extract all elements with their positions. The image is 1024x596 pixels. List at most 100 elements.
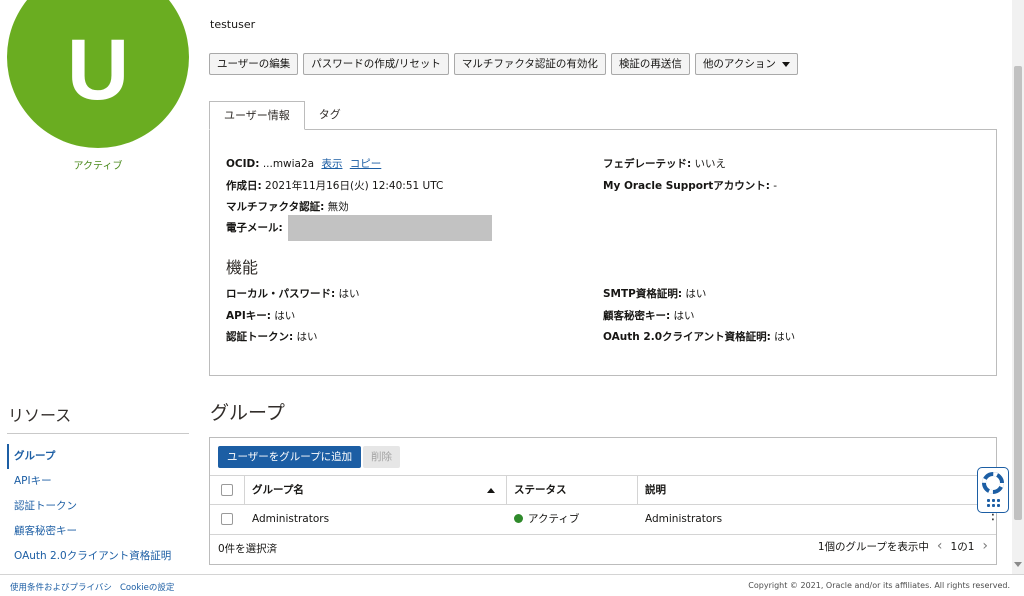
row-actions-icon[interactable]: ⋮ <box>986 508 1000 522</box>
mos-account-value: - <box>773 180 778 192</box>
help-widget[interactable] <box>977 467 1009 513</box>
terms-privacy-link[interactable]: 使用条件およびプライバシ <box>10 581 112 593</box>
ocid-label: OCID: <box>226 158 260 170</box>
enable-mfa-button[interactable]: マルチファクタ認証の有効化 <box>453 53 606 75</box>
user-avatar: U <box>7 0 189 148</box>
showing-count: 1個のグループを表示中 <box>817 540 929 553</box>
pagination: 1個のグループを表示中 ‹ 1の1 › <box>818 538 988 554</box>
smtp-credential-value: はい <box>685 288 707 300</box>
ocid-value: ...mwia2a <box>262 158 315 170</box>
user-status-label: アクティブ <box>73 161 123 172</box>
mos-account-field: My Oracle Supportアカウント: - <box>603 178 777 193</box>
resource-item-api-keys[interactable]: APIキー <box>7 469 189 494</box>
description-cell: Administrators <box>645 513 723 525</box>
status-cell: アクティブ <box>514 505 579 533</box>
select-all-checkbox[interactable] <box>221 484 233 496</box>
tab-user-info[interactable]: ユーザー情報 <box>209 101 305 130</box>
row-checkbox[interactable] <box>221 513 233 525</box>
sort-ascending-icon[interactable] <box>487 488 495 493</box>
ocid-copy-link[interactable]: コピー <box>350 158 382 170</box>
group-name-cell: Administrators <box>252 513 330 525</box>
federated-field: フェデレーテッド: いいえ <box>603 156 726 171</box>
federated-label: フェデレーテッド: <box>603 158 692 170</box>
selected-count: 0件を選択済 <box>218 543 278 555</box>
resource-item-customer-secret-keys[interactable]: 顧客秘密キー <box>7 519 189 544</box>
auth-token-field: 認証トークン: はい <box>226 329 318 344</box>
ocid-field: OCID: ...mwia2a 表示 コピー <box>226 156 381 171</box>
local-password-label: ローカル・パスワード: <box>226 288 336 300</box>
smtp-credential-field: SMTP資格証明: はい <box>603 286 706 301</box>
status-text: アクティブ <box>528 513 580 525</box>
customer-secret-field: 顧客秘密キー: はい <box>603 308 695 323</box>
groups-table-panel: ユーザーをグループに追加 削除 グループ名 ステータス 説明 Administr… <box>209 437 1000 565</box>
email-label: 電子メール: <box>226 222 283 234</box>
detail-tabs: ユーザー情報 タグ <box>209 101 355 130</box>
customer-secret-label: 顧客秘密キー: <box>603 310 671 322</box>
page-scrollbar[interactable] <box>1012 0 1024 574</box>
local-password-field: ローカル・パスワード: はい <box>226 286 360 301</box>
more-actions-button[interactable]: 他のアクション <box>694 53 798 75</box>
column-header-status[interactable]: ステータス <box>514 476 567 504</box>
mfa-label: マルチファクタ認証: <box>226 201 325 213</box>
reset-password-button[interactable]: パスワードの作成/リセット <box>303 53 449 75</box>
email-redacted <box>288 215 493 241</box>
resource-item-auth-tokens[interactable]: 認証トークン <box>7 494 189 519</box>
column-divider <box>244 476 245 504</box>
resend-verification-button[interactable]: 検証の再送信 <box>610 53 690 75</box>
page-footer: 使用条件およびプライバシ Cookieの設定 Copyright © 2021,… <box>0 574 1024 596</box>
groups-title: グループ <box>210 403 285 424</box>
mfa-value: 無効 <box>327 201 349 213</box>
created-field: 作成日: 2021年11月16日(火) 12:40:51 UTC <box>226 178 443 193</box>
table-row: Administrators アクティブ Administrators ⋮ <box>210 505 1000 535</box>
table-header: グループ名 ステータス 説明 <box>210 475 996 505</box>
oauth-credential-field: OAuth 2.0クライアント資格証明: はい <box>603 329 795 344</box>
mfa-field: マルチファクタ認証: 無効 <box>226 199 349 214</box>
resource-item-groups[interactable]: グループ <box>7 444 189 469</box>
chevron-down-icon <box>781 61 790 67</box>
edit-user-button[interactable]: ユーザーの編集 <box>209 53 299 75</box>
api-key-label: APIキー: <box>226 310 271 322</box>
resources-title: リソース <box>8 408 72 425</box>
column-header-description[interactable]: 説明 <box>645 476 666 504</box>
column-divider <box>506 476 507 504</box>
user-info-panel: OCID: ...mwia2a 表示 コピー 作成日: 2021年11月16日(… <box>209 129 997 376</box>
oauth-credential-label: OAuth 2.0クライアント資格証明: <box>603 331 771 343</box>
lifebuoy-icon <box>982 472 1004 494</box>
smtp-credential-label: SMTP資格証明: <box>603 288 683 300</box>
local-password-value: はい <box>338 288 360 300</box>
tab-tags[interactable]: タグ <box>305 101 355 130</box>
resources-nav: グループ APIキー 認証トークン 顧客秘密キー OAuth 2.0クライアント… <box>7 444 189 569</box>
created-label: 作成日: <box>226 180 262 192</box>
action-toolbar: ユーザーの編集 パスワードの作成/リセット マルチファクタ認証の有効化 検証の再… <box>209 53 798 75</box>
column-divider <box>637 476 638 504</box>
resources-divider <box>7 433 189 434</box>
auth-token-label: 認証トークン: <box>226 331 294 343</box>
created-value: 2021年11月16日(火) 12:40:51 UTC <box>265 180 444 192</box>
copyright-text: Copyright © 2021, Oracle and/or its affi… <box>748 581 1010 590</box>
api-key-field: APIキー: はい <box>226 308 295 323</box>
scrollbar-thumb[interactable] <box>1014 66 1022 520</box>
delete-button: 削除 <box>363 446 400 468</box>
ocid-show-link[interactable]: 表示 <box>321 158 342 170</box>
capabilities-title: 機能 <box>226 260 259 277</box>
resource-item-oauth-credentials[interactable]: OAuth 2.0クライアント資格証明 <box>7 544 189 569</box>
page-indicator: 1の1 <box>950 540 975 553</box>
auth-token-value: はい <box>296 331 318 343</box>
oauth-credential-value: はい <box>774 331 796 343</box>
user-name: testuser <box>210 18 256 31</box>
chevron-left-icon[interactable]: ‹ <box>937 538 943 554</box>
apps-grid-icon <box>986 499 1000 507</box>
add-user-to-group-button[interactable]: ユーザーをグループに追加 <box>218 446 362 468</box>
scroll-down-icon[interactable] <box>1014 562 1022 567</box>
avatar-letter: U <box>66 21 130 118</box>
federated-value: いいえ <box>694 158 727 170</box>
api-key-value: はい <box>274 310 296 322</box>
mos-account-label: My Oracle Supportアカウント: <box>603 180 770 192</box>
customer-secret-value: はい <box>673 310 695 322</box>
cookie-settings-link[interactable]: Cookieの設定 <box>120 581 174 593</box>
chevron-right-icon[interactable]: › <box>982 538 988 554</box>
column-header-group-name[interactable]: グループ名 <box>252 476 304 504</box>
more-actions-label: 他のアクション <box>702 58 776 70</box>
status-active-icon <box>514 514 523 523</box>
email-field: 電子メール: <box>226 215 493 241</box>
